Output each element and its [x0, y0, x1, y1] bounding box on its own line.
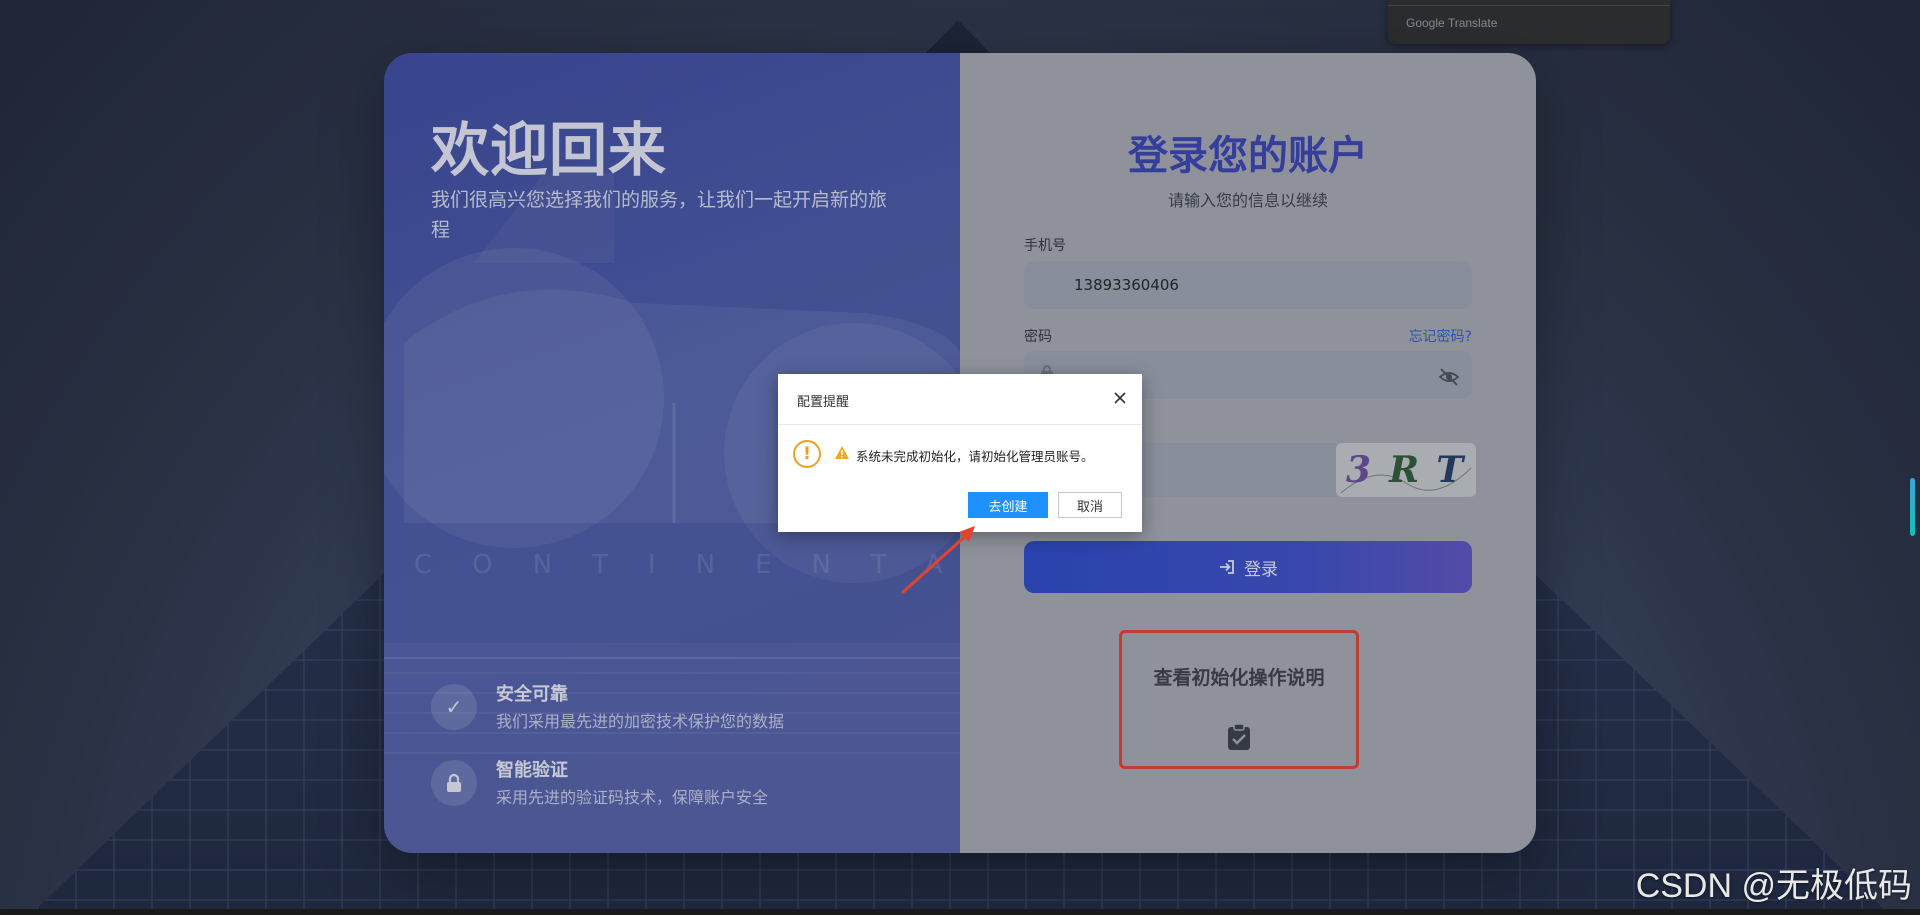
annotation-arrow	[900, 526, 975, 595]
watermark: CSDN @无极低码	[1635, 867, 1912, 905]
scrollbar-thumb[interactable]	[1910, 478, 1915, 536]
google-translate-label: Google Translate	[1406, 16, 1498, 30]
feature-description: 采用先进的验证码技术，保障账户安全	[496, 788, 769, 807]
login-arrow-icon	[1220, 560, 1234, 574]
eye-slash-icon[interactable]	[1438, 366, 1460, 388]
init-guide-link[interactable]: 查看初始化操作说明	[1119, 630, 1359, 769]
login-title: 登录您的账户	[1128, 133, 1368, 179]
check-icon: ✓	[431, 684, 477, 730]
warning-circle-icon: !	[793, 440, 821, 468]
dialog-title: 配置提醒	[797, 395, 850, 410]
login-button[interactable]: 登录	[1024, 541, 1472, 593]
svg-text:CONTINENTAL: CONTINENTAL	[414, 550, 960, 580]
captcha-text: 3RT	[1346, 449, 1463, 491]
feature-secure: ✓ 安全可靠 我们采用最先进的加密技术保护您的数据	[431, 680, 951, 736]
divider	[1388, 5, 1670, 6]
login-subtitle: 请输入您的信息以继续	[1167, 191, 1328, 210]
forgot-password-link[interactable]: 忘记密码?	[1409, 326, 1472, 346]
welcome-title: 欢迎回来	[431, 116, 668, 184]
captcha-image[interactable]: 3RT	[1336, 443, 1476, 497]
phone-input[interactable]: 13893360406	[1024, 261, 1472, 309]
dialog-message: 系统未完成初始化，请初始化管理员账号。	[856, 449, 1094, 464]
lock-icon	[431, 760, 477, 806]
feature-title: 智能验证	[496, 760, 568, 781]
password-label: 密码	[1024, 329, 1052, 345]
login-button-label: 登录	[1244, 559, 1278, 580]
cancel-button[interactable]: 取消	[1058, 492, 1122, 518]
bottom-bar	[0, 909, 1920, 915]
phone-label: 手机号	[1024, 238, 1066, 254]
google-translate-popup: Google Translate	[1388, 0, 1670, 44]
feature-verification: 智能验证 采用先进的验证码技术，保障账户安全	[431, 756, 951, 812]
feature-description: 我们采用最先进的加密技术保护您的数据	[496, 712, 785, 731]
feature-title: 安全可靠	[496, 684, 568, 705]
create-button[interactable]: 去创建	[968, 492, 1048, 518]
warning-triangle-icon	[835, 446, 849, 459]
close-icon[interactable]	[1110, 388, 1130, 408]
config-reminder-dialog: 配置提醒 ! 系统未完成初始化，请初始化管理员账号。 去创建 取消	[778, 374, 1142, 532]
dialog-header: 配置提醒	[778, 374, 1142, 425]
init-guide-label: 查看初始化操作说明	[1153, 667, 1325, 689]
clipboard-check-icon	[1228, 723, 1250, 750]
welcome-subtitle: 我们很高兴您选择我们的服务，让我们一起开启新的旅程	[431, 189, 888, 241]
